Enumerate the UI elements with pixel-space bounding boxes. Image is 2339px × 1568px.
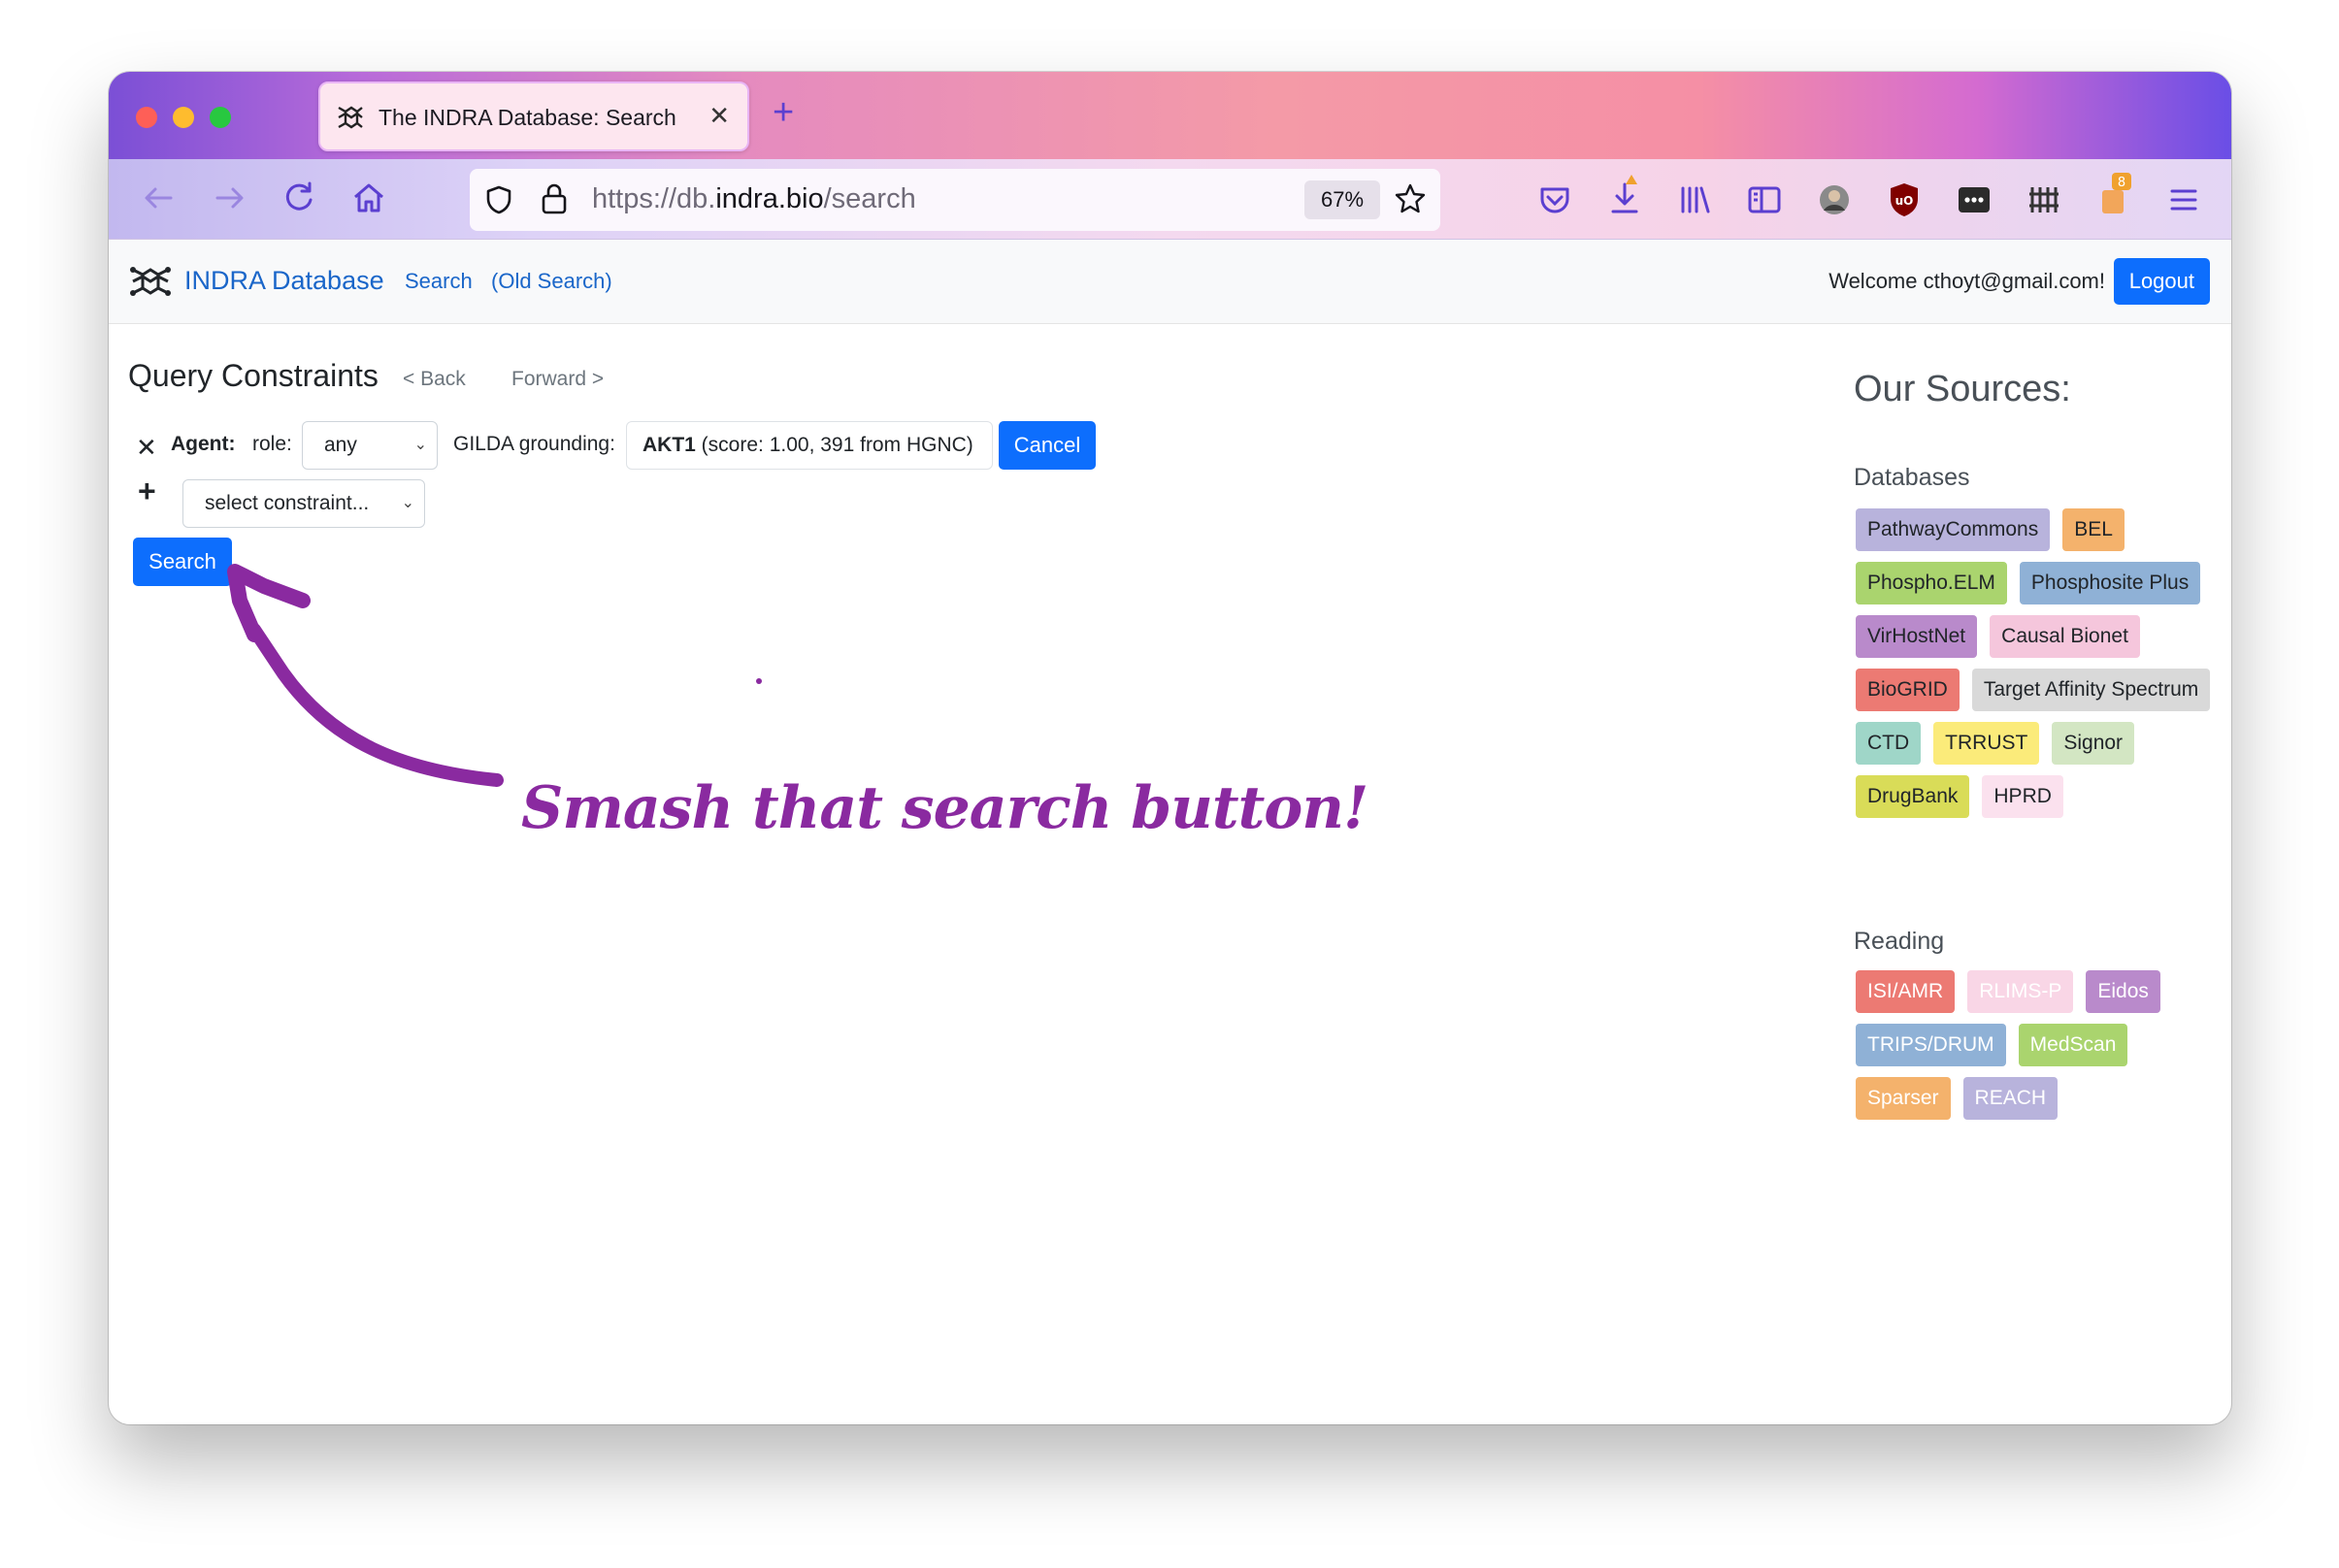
database-badge-drugbank[interactable]: DrugBank xyxy=(1856,775,1970,818)
reader-badge-sparser[interactable]: Sparser xyxy=(1856,1077,1951,1120)
database-badge-biogrid[interactable]: BioGRID xyxy=(1856,669,1960,711)
database-badge-signor[interactable]: Signor xyxy=(2052,722,2135,765)
database-badge-trrust[interactable]: TRRUST xyxy=(1933,722,2040,765)
databases-list: PathwayCommons BEL Phospho.ELM Phosphosite … xyxy=(1856,508,2224,818)
reader-badge-eidos[interactable]: Eidos xyxy=(2086,970,2160,1013)
database-badge-phospho-elm[interactable]: Phospho.ELM xyxy=(1856,562,2007,604)
reading-list: ISI/AMR RLIMS-P Eidos TRIPS/DRUM MedScan Spar… xyxy=(1856,970,2224,1120)
reader-badge-trips-drum[interactable]: TRIPS/DRUM xyxy=(1856,1024,2006,1066)
annotation-text: Smash that search button! xyxy=(521,774,1368,842)
database-badge-bel[interactable]: BEL xyxy=(2062,508,2125,551)
reading-heading: Reading xyxy=(1854,928,1945,955)
reader-badge-isi-amr[interactable]: ISI/AMR xyxy=(1856,970,1956,1013)
database-badge-ctd[interactable]: CTD xyxy=(1856,722,1922,765)
database-badge-target-affinity-spectrum[interactable]: Target Affinity Spectrum xyxy=(1971,669,2211,711)
reader-badge-rlims-p[interactable]: RLIMS-P xyxy=(1967,970,2074,1013)
databases-heading: Databases xyxy=(1854,464,1970,491)
database-badge-virhostnet[interactable]: VirHostNet xyxy=(1856,615,1978,658)
reader-badge-reach[interactable]: REACH xyxy=(1962,1077,2059,1120)
database-badge-phosphosite-plus[interactable]: Phosphosite Plus xyxy=(2019,562,2201,604)
reader-badge-medscan[interactable]: MedScan xyxy=(2018,1024,2128,1066)
database-badge-causal-bionet[interactable]: Causal Bionet xyxy=(1990,615,2140,658)
database-badge-hprd[interactable]: HPRD xyxy=(1982,775,2063,818)
database-badge-pathwaycommons[interactable]: PathwayCommons xyxy=(1856,508,2051,551)
browser-window: The INDRA Database: Search ✕ + https://d… xyxy=(109,72,2231,1424)
sources-title: Our Sources: xyxy=(1854,369,2071,409)
